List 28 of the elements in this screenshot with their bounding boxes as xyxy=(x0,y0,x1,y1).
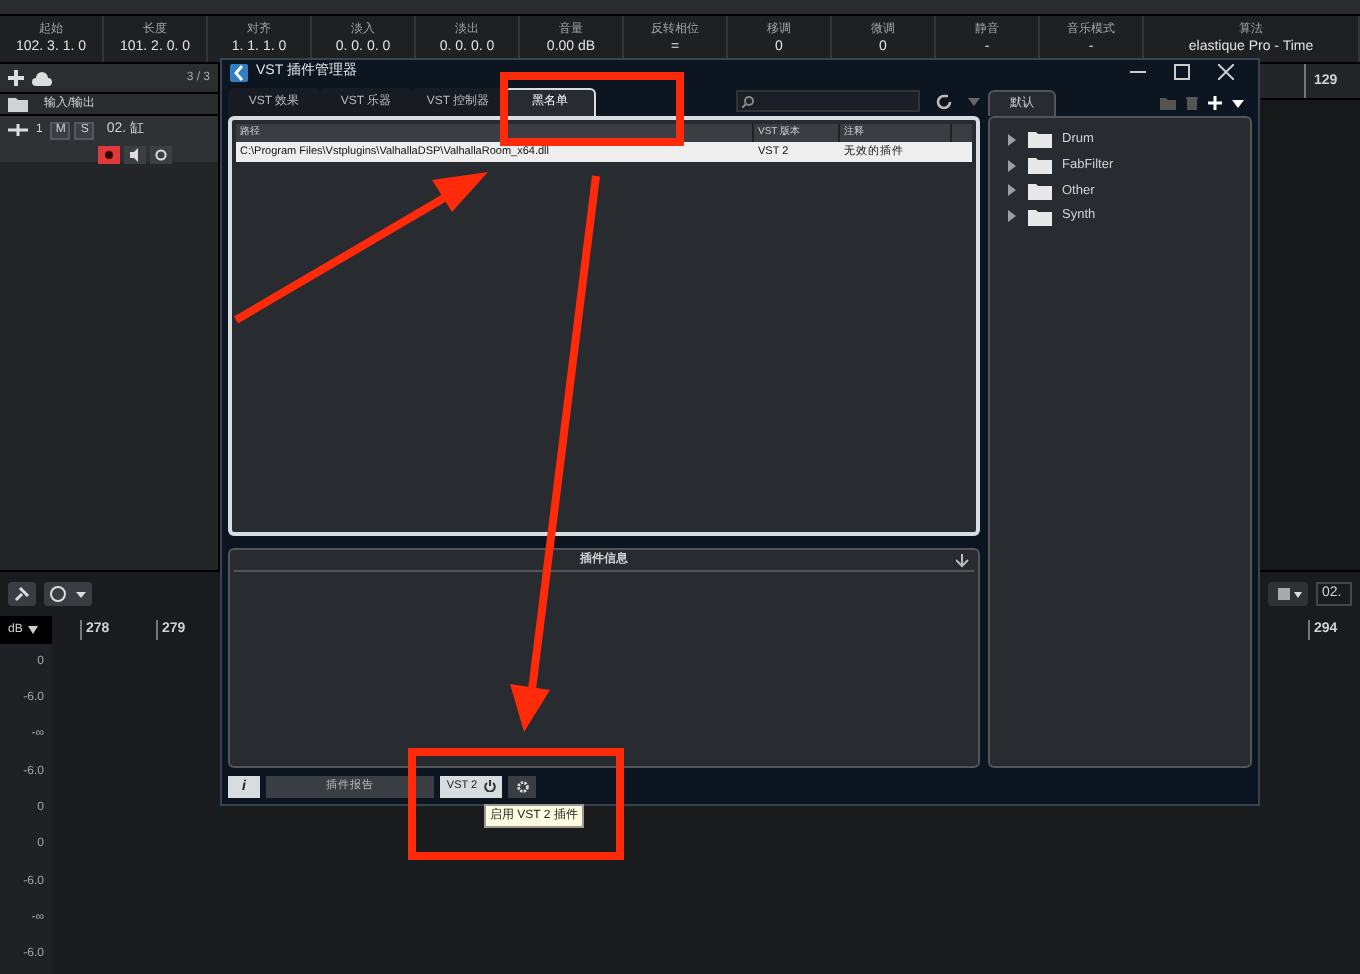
search-icon xyxy=(742,95,754,107)
sync-icon[interactable] xyxy=(44,582,92,606)
copy-icon[interactable] xyxy=(1268,582,1308,606)
expand-arrow-icon[interactable] xyxy=(1006,184,1018,197)
power-icon xyxy=(483,780,496,792)
settings-icon xyxy=(515,779,529,793)
add-icon[interactable] xyxy=(8,70,24,86)
search-field[interactable] xyxy=(736,90,920,112)
settings-button[interactable] xyxy=(508,775,536,797)
expand-arrow-icon[interactable] xyxy=(1006,133,1018,146)
export-icon[interactable] xyxy=(956,553,970,567)
record-button[interactable] xyxy=(98,145,121,163)
maximize-icon[interactable] xyxy=(1174,64,1190,80)
folder-icon xyxy=(1028,130,1052,149)
drag-handle-icon[interactable] xyxy=(8,124,28,136)
folder-icon xyxy=(1028,207,1052,226)
monitor-icon[interactable] xyxy=(124,145,147,163)
folder-icon xyxy=(1028,156,1052,175)
expand-arrow-icon[interactable] xyxy=(1006,210,1018,223)
folder-icon xyxy=(1028,181,1052,200)
close-icon[interactable] xyxy=(1218,64,1234,80)
expand-arrow-icon[interactable] xyxy=(1006,159,1018,172)
refresh-icon[interactable] xyxy=(936,94,952,110)
cloud-icon[interactable] xyxy=(32,71,52,85)
dropdown-arrow-icon[interactable] xyxy=(1232,99,1244,107)
trash-icon[interactable] xyxy=(1186,96,1198,110)
app-logo-icon xyxy=(230,63,248,81)
dropdown-arrow-icon xyxy=(28,626,39,634)
